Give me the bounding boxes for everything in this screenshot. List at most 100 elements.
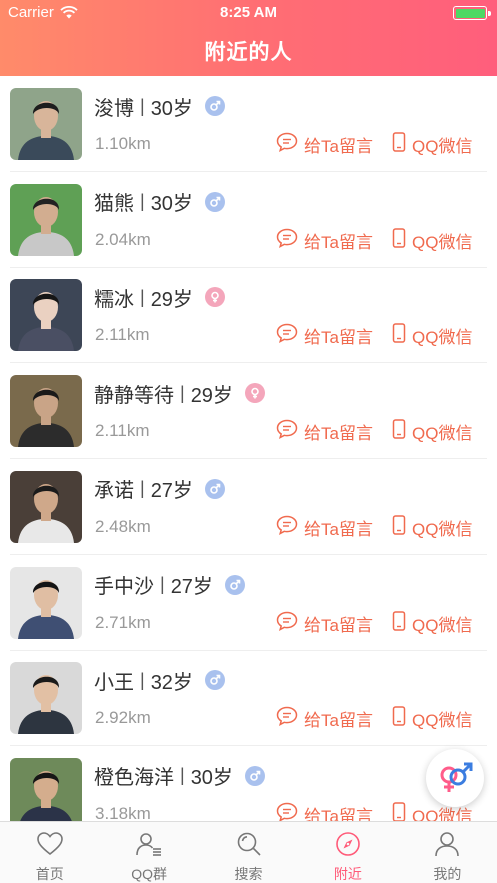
list-item[interactable]: 小王 | 32岁 2.92km 给Ta留言 QQ微信 bbox=[0, 650, 497, 747]
leave-message-label: 给Ta留言 bbox=[304, 711, 373, 731]
avatar[interactable] bbox=[10, 566, 82, 639]
avatar[interactable] bbox=[10, 183, 82, 256]
user-name: 浚博 bbox=[94, 97, 134, 120]
leave-message-button[interactable]: 给Ta留言 bbox=[276, 611, 373, 636]
avatar[interactable] bbox=[10, 662, 82, 735]
leave-message-label: 给Ta留言 bbox=[304, 232, 373, 252]
female-icon bbox=[204, 287, 225, 308]
user-age: 32岁 bbox=[150, 671, 193, 694]
list-item[interactable]: 承诺 | 27岁 2.48km 给Ta留言 QQ微信 bbox=[0, 459, 497, 555]
nearby-people-list[interactable]: 浚博 | 30岁 1.10km 给Ta留言 QQ微信 猫熊 | 30岁 2.04km 给Ta留言 QQ… bbox=[0, 76, 497, 821]
distance-label: 2.11km bbox=[95, 421, 150, 441]
avatar[interactable] bbox=[10, 88, 82, 160]
qq-wechat-label: QQ微信 bbox=[412, 137, 473, 156]
user-age: 27岁 bbox=[170, 576, 213, 598]
qq-wechat-label: QQ微信 bbox=[412, 328, 473, 348]
user-age: 27岁 bbox=[150, 480, 193, 503]
qq-wechat-label: QQ微信 bbox=[412, 232, 473, 252]
user-name: 猫熊 bbox=[94, 193, 134, 216]
tab-label: 附近 bbox=[333, 866, 362, 882]
leave-message-button[interactable]: 给Ta留言 bbox=[276, 323, 373, 348]
male-icon bbox=[204, 670, 225, 691]
avatar[interactable] bbox=[10, 470, 82, 543]
gender-filter-button[interactable] bbox=[426, 749, 484, 807]
user-name: 承诺 bbox=[94, 480, 134, 503]
male-icon bbox=[204, 96, 225, 116]
user-age: 30岁 bbox=[150, 193, 193, 216]
list-item[interactable]: 橙色海洋 | 30岁 3.18km 给Ta留言 QQ微信 bbox=[0, 746, 497, 821]
name-line: 糯冰 | 29岁 bbox=[94, 282, 225, 312]
chat-bubble-icon bbox=[276, 706, 298, 731]
leave-message-label: 给Ta留言 bbox=[304, 328, 373, 348]
avatar[interactable] bbox=[10, 757, 82, 821]
tab-profile[interactable]: 我的 bbox=[398, 822, 497, 883]
name-age-separator: | bbox=[180, 765, 185, 786]
leave-message-label: 给Ta留言 bbox=[304, 519, 373, 539]
list-item[interactable]: 静静等待 | 29岁 2.11km 给Ta留言 QQ微信 bbox=[0, 363, 497, 460]
list-item[interactable]: 浚博 | 30岁 1.10km 给Ta留言 QQ微信 bbox=[0, 76, 497, 172]
male-icon bbox=[224, 574, 245, 595]
tab-label: QQ群 bbox=[131, 866, 167, 882]
chat-bubble-icon bbox=[276, 802, 298, 821]
status-bar: Carrier 8:25 AM bbox=[0, 0, 497, 26]
qq-wechat-button[interactable]: QQ微信 bbox=[392, 227, 473, 253]
qq-wechat-button[interactable]: QQ微信 bbox=[392, 706, 472, 731]
leave-message-button[interactable]: 给Ta留言 bbox=[276, 132, 373, 157]
list-item[interactable]: 猫熊 | 30岁 2.04km 给Ta留言 QQ微信 bbox=[0, 172, 497, 268]
chat-bubble-icon bbox=[276, 228, 298, 253]
qq-wechat-button[interactable]: QQ微信 bbox=[392, 515, 472, 540]
distance-label: 3.18km bbox=[95, 803, 151, 821]
tab-heart[interactable]: 首页 bbox=[0, 822, 99, 883]
tab-label: 首页 bbox=[35, 866, 64, 882]
phone-icon bbox=[392, 706, 406, 731]
tab-bar: 首页 QQ群 搜索 附近 我的 bbox=[0, 821, 497, 883]
tab-group[interactable]: QQ群 bbox=[99, 822, 198, 883]
chat-bubble-icon bbox=[276, 611, 298, 636]
chat-bubble-icon bbox=[276, 132, 298, 157]
list-item[interactable]: 手中沙 | 27岁 2.71km 给Ta留言 QQ微信 bbox=[0, 555, 497, 651]
phone-icon bbox=[392, 132, 406, 157]
distance-label: 2.04km bbox=[95, 229, 151, 249]
user-name: 小王 bbox=[94, 671, 134, 694]
chat-bubble-icon bbox=[276, 515, 298, 540]
tab-search[interactable]: 搜索 bbox=[199, 822, 298, 883]
user-name: 橙色海洋 bbox=[94, 767, 174, 790]
distance-label: 2.11km bbox=[95, 325, 150, 345]
male-icon bbox=[244, 765, 265, 786]
female-icon bbox=[244, 383, 265, 404]
phone-icon bbox=[392, 610, 406, 636]
leave-message-label: 给Ta留言 bbox=[304, 424, 373, 444]
user-age: 30岁 bbox=[150, 97, 193, 120]
gender-filter-icon bbox=[440, 762, 473, 792]
male-icon bbox=[204, 478, 225, 499]
qq-wechat-button[interactable]: QQ微信 bbox=[392, 323, 472, 348]
phone-icon bbox=[392, 802, 406, 821]
qq-wechat-button[interactable]: QQ微信 bbox=[392, 132, 472, 157]
chat-bubble-icon bbox=[276, 419, 298, 444]
leave-message-button[interactable]: 给Ta留言 bbox=[276, 706, 373, 731]
name-age-separator: | bbox=[140, 191, 145, 212]
distance-label: 1.10km bbox=[95, 134, 151, 153]
qq-wechat-label: QQ微信 bbox=[412, 519, 473, 539]
chat-bubble-icon bbox=[276, 323, 298, 348]
name-line: 猫熊 | 30岁 bbox=[94, 187, 225, 217]
avatar[interactable] bbox=[10, 375, 82, 448]
name-age-separator: | bbox=[180, 382, 185, 403]
qq-wechat-button[interactable]: QQ微信 bbox=[392, 419, 472, 444]
list-item[interactable]: 糯冰 | 29岁 2.11km 给Ta留言 QQ微信 bbox=[0, 267, 497, 364]
tab-label: 搜索 bbox=[234, 866, 263, 882]
avatar[interactable] bbox=[10, 279, 82, 352]
leave-message-button[interactable]: 给Ta留言 bbox=[276, 802, 373, 821]
leave-message-label: 给Ta留言 bbox=[304, 806, 373, 821]
leave-message-button[interactable]: 给Ta留言 bbox=[276, 515, 373, 540]
tab-compass[interactable]: 附近 bbox=[298, 822, 397, 883]
user-name: 糯冰 bbox=[94, 288, 134, 311]
page-title: 附近的人 bbox=[204, 41, 293, 64]
user-age: 29岁 bbox=[190, 384, 233, 407]
leave-message-button[interactable]: 给Ta留言 bbox=[276, 419, 373, 444]
heart-icon bbox=[36, 831, 64, 860]
leave-message-label: 给Ta留言 bbox=[304, 137, 373, 156]
user-name: 手中沙 bbox=[94, 576, 154, 598]
qq-wechat-button[interactable]: QQ微信 bbox=[392, 610, 472, 636]
leave-message-button[interactable]: 给Ta留言 bbox=[276, 228, 373, 253]
